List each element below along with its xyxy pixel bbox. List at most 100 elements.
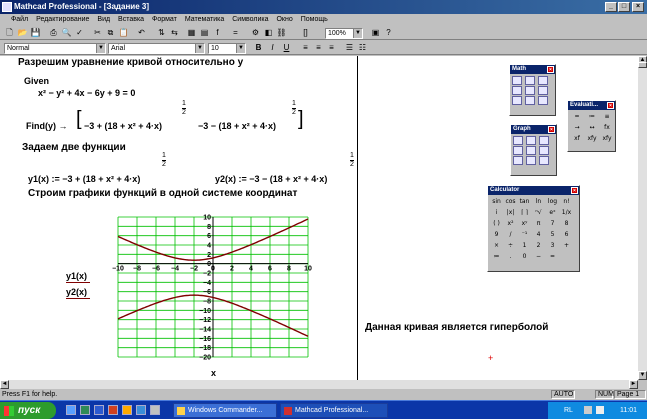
outlook-icon[interactable] <box>122 405 132 415</box>
graph-palette[interactable]: Graph × <box>510 124 557 176</box>
graph-toolbar-icon[interactable] <box>525 76 535 85</box>
spell-icon[interactable]: ✓ <box>74 28 85 38</box>
insert-hyperlink-icon[interactable]: ⛓ <box>276 28 287 38</box>
xy-plot-icon[interactable] <box>513 136 523 145</box>
worksheet[interactable]: Разрешим уравнение кривой относительно у… <box>0 56 638 380</box>
calculator-key-button[interactable]: |x| <box>504 208 517 218</box>
bold-button[interactable]: B <box>253 43 264 53</box>
insert-graph-icon[interactable]: ▦ <box>186 28 197 38</box>
insert-matrix-icon[interactable]: ▤ <box>199 28 210 38</box>
menu-math[interactable]: Математика <box>182 14 227 26</box>
calculator-key-button[interactable]: 2 <box>532 241 545 251</box>
evaluation-operator-button[interactable]: fx <box>600 123 614 133</box>
align-right-icon[interactable]: ≡ <box>326 43 337 53</box>
calculator-key-button[interactable]: ⌈ ⌉ <box>518 208 531 218</box>
style-select[interactable]: Normal ▼ <box>4 43 106 54</box>
calculator-key-button[interactable]: + <box>560 241 573 251</box>
maximize-button[interactable]: □ <box>618 2 630 12</box>
calculator-key-button[interactable]: cos <box>504 197 517 207</box>
calculator-key-button[interactable]: 1/x <box>560 208 573 218</box>
help-icon[interactable]: ? <box>383 28 394 38</box>
greek-toolbar-icon[interactable] <box>525 96 535 105</box>
calculator-key-button[interactable]: 6 <box>560 230 573 240</box>
calculator-key-button[interactable]: π <box>532 219 545 229</box>
calculator-palette[interactable]: Calculator × sin cos tan ln log n! i |x| ⌈ ⌉ ⁿ√ eˣ 1… <box>487 185 580 272</box>
menu-view[interactable]: Вид <box>94 14 113 26</box>
calculator-key-button[interactable]: 8 <box>560 219 573 229</box>
calculator-key-button[interactable]: 7 <box>546 219 559 229</box>
surface-plot-icon[interactable] <box>539 136 549 145</box>
calculator-key-button[interactable]: eˣ <box>546 208 559 218</box>
close-icon[interactable]: × <box>607 102 614 109</box>
evaluation-operator-button[interactable]: = <box>570 112 584 122</box>
calculator-key-button[interactable]: 3 <box>546 241 559 251</box>
polar-plot-icon[interactable] <box>526 136 536 145</box>
evaluation-operator-button[interactable]: ≔ <box>585 112 599 122</box>
underline-button[interactable]: U <box>281 43 292 53</box>
math-palette[interactable]: Math × <box>509 64 556 116</box>
excel-icon[interactable] <box>80 405 90 415</box>
function-icon[interactable]: f <box>212 28 223 38</box>
bullets-icon[interactable]: ☰ <box>344 43 355 53</box>
calculator-key-button[interactable]: / <box>504 230 517 240</box>
word-icon[interactable] <box>94 405 104 415</box>
font-select[interactable]: Arial ▼ <box>108 43 205 54</box>
task-windows-commander[interactable]: Windows Commander... <box>173 403 277 418</box>
symbolic-toolbar-icon[interactable] <box>538 96 548 105</box>
evaluation-operator-button[interactable]: → <box>570 123 584 133</box>
evaluation-operator-button[interactable]: ↔ <box>585 123 599 133</box>
matrix-toolbar-icon[interactable] <box>538 76 548 85</box>
scroll-thumb[interactable] <box>638 62 647 68</box>
font-size-select[interactable]: 10 ▼ <box>208 43 246 54</box>
calculate-icon[interactable]: = <box>230 28 241 38</box>
calculator-key-button[interactable]: 0 <box>518 252 531 262</box>
calculator-key-button[interactable]: x² <box>504 219 517 229</box>
close-icon[interactable]: × <box>571 187 578 194</box>
language-indicator[interactable]: RL <box>564 402 573 419</box>
open-icon[interactable]: 📂 <box>17 28 28 38</box>
italic-button[interactable]: I <box>267 43 278 53</box>
calculator-key-button[interactable]: × <box>490 241 503 251</box>
calculator-key-button[interactable]: tan <box>518 197 531 207</box>
menu-file[interactable]: Файл <box>8 14 31 26</box>
calculator-key-button[interactable]: ln <box>532 197 545 207</box>
evaluation-palette[interactable]: Evaluati... × = ≔ ≡ → ↔ fx xf xfy xfy <box>567 100 616 152</box>
bar-plot-icon[interactable] <box>526 146 536 155</box>
cut-icon[interactable]: ✂ <box>92 28 103 38</box>
calculator-key-button[interactable]: n! <box>560 197 573 207</box>
menu-format[interactable]: Формат <box>149 14 180 26</box>
ie-icon[interactable] <box>136 405 146 415</box>
calculator-key-button[interactable]: 9 <box>490 230 503 240</box>
scatter-plot-icon[interactable] <box>539 146 549 155</box>
component-icon[interactable]: ⚙ <box>250 28 261 38</box>
align-h-icon[interactable]: ⇆ <box>169 28 180 38</box>
menu-insert[interactable]: Вставка <box>115 14 147 26</box>
network-icon[interactable] <box>596 406 604 414</box>
align-left-icon[interactable]: ≡ <box>300 43 311 53</box>
menu-edit[interactable]: Редактирование <box>33 14 92 26</box>
calculator-toolbar-icon[interactable] <box>512 76 522 85</box>
calculator-key-button[interactable]: 1 <box>518 241 531 251</box>
speaker-icon[interactable] <box>584 406 592 414</box>
calculator-key-button[interactable]: ÷ <box>504 241 517 251</box>
y2-definition[interactable]: y2(x) := −3 − (18 + x² + 4·x) <box>215 174 327 184</box>
align-center-icon[interactable]: ≡ <box>313 43 324 53</box>
resource-center-icon[interactable]: ▣ <box>370 28 381 38</box>
equation[interactable]: x² − y² + 4x − 6y + 9 = 0 <box>38 88 135 98</box>
zoom-icon[interactable] <box>526 156 536 165</box>
paste-icon[interactable]: 📋 <box>118 28 129 38</box>
calculus-toolbar-icon[interactable] <box>525 86 535 95</box>
calculator-key-button[interactable]: ≔ <box>490 252 503 262</box>
calculator-key-button[interactable]: ( ) <box>490 219 503 229</box>
align-icon[interactable]: ⇅ <box>156 28 167 38</box>
resource-icon[interactable]: ◧ <box>263 28 274 38</box>
minimize-button[interactable]: _ <box>605 2 617 12</box>
task-mathcad[interactable]: Mathcad Professional... <box>280 403 388 418</box>
horizontal-scrollbar[interactable]: ◄ ► <box>0 380 638 389</box>
evaluation-operator-button[interactable]: xfy <box>600 134 614 144</box>
scroll-right-icon[interactable]: ► <box>629 380 638 389</box>
evaluation-operator-button[interactable]: xf <box>570 134 584 144</box>
close-icon[interactable]: × <box>548 126 555 133</box>
calculator-key-button[interactable]: i <box>490 208 503 218</box>
numbering-icon[interactable]: ☷ <box>357 43 368 53</box>
